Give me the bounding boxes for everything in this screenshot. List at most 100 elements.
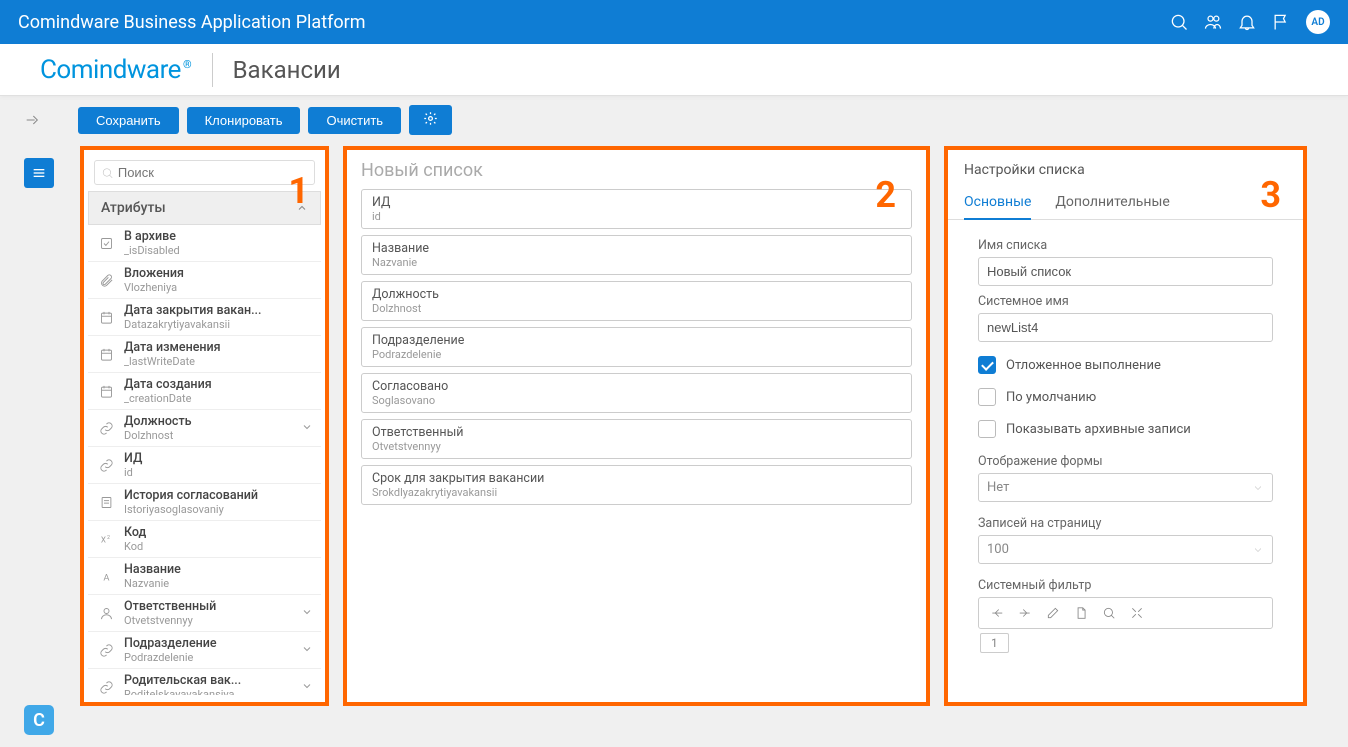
attribute-item[interactable]: Дата создания_creationDate	[88, 373, 321, 410]
chevron-down-icon[interactable]	[301, 643, 315, 657]
field-item[interactable]: ДолжностьDolzhnost	[361, 281, 912, 321]
attribute-sub: Istoriyasoglasovaniy	[124, 503, 315, 516]
field-sub: id	[372, 210, 901, 223]
avatar[interactable]: AD	[1306, 10, 1330, 34]
attribute-sub: _creationDate	[124, 392, 315, 405]
field-list: ИДid НазваниеNazvanie ДолжностьDolzhnost По…	[347, 189, 926, 505]
user-icon	[96, 603, 116, 623]
field-item[interactable]: ПодразделениеPodrazdelenie	[361, 327, 912, 367]
chevron-down-icon	[1252, 544, 1264, 556]
field-label: Согласовано	[372, 379, 901, 394]
svg-text:A: A	[103, 572, 109, 583]
menu-toggle-icon[interactable]	[24, 158, 54, 188]
link-icon	[96, 677, 116, 695]
attribute-sub: id	[124, 466, 315, 479]
field-label: Должность	[372, 287, 901, 302]
search-box	[94, 160, 315, 185]
attribute-item[interactable]: В архиве_isDisabled	[88, 225, 321, 262]
search-input[interactable]	[118, 165, 308, 180]
clone-button[interactable]: Клонировать	[187, 107, 301, 134]
attribute-list: В архиве_isDisabled ВложенияVlozheniya Д…	[88, 225, 321, 695]
bell-icon[interactable]	[1230, 5, 1264, 39]
attribute-label: Подразделение	[124, 636, 301, 651]
doc-icon	[96, 492, 116, 512]
search-filter-icon[interactable]	[1095, 602, 1123, 624]
attribute-sub: Kod	[124, 540, 315, 553]
attributes-header[interactable]: Атрибуты	[88, 191, 321, 225]
attribute-label: Дата изменения	[124, 340, 315, 355]
list-name-field[interactable]	[978, 257, 1273, 286]
attribute-item[interactable]: Дата закрытия вакан...Datazakrytiyavakan…	[88, 299, 321, 336]
checkbox-icon	[96, 233, 116, 253]
field-sub: Soglasovano	[372, 394, 901, 407]
link-icon	[96, 418, 116, 438]
cal-icon	[96, 344, 116, 364]
field-item[interactable]: НазваниеNazvanie	[361, 235, 912, 275]
tab-main[interactable]: Основные	[964, 188, 1031, 220]
attribute-label: Дата создания	[124, 377, 315, 392]
svg-text:2: 2	[107, 534, 110, 540]
attribute-label: Код	[124, 525, 315, 540]
save-button[interactable]: Сохранить	[78, 107, 179, 134]
attribute-item[interactable]: ОтветственныйOtvetstvennyy	[88, 595, 321, 632]
delayed-checkbox[interactable]	[978, 356, 996, 374]
chevron-down-icon[interactable]	[301, 680, 315, 694]
list-name-label: Имя списка	[978, 238, 1273, 253]
default-label: По умолчанию	[1006, 390, 1096, 405]
panel-number-1: 1	[288, 170, 309, 212]
records-label: Записей на страницу	[978, 516, 1273, 531]
attribute-label: Вложения	[124, 266, 315, 281]
attribute-item[interactable]: A НазваниеNazvanie	[88, 558, 321, 595]
field-sub: Podrazdelenie	[372, 348, 901, 361]
attribute-sub: Vlozheniya	[124, 281, 315, 294]
corner-logo[interactable]: C	[24, 705, 54, 735]
attribute-item[interactable]: ПодразделениеPodrazdelenie	[88, 632, 321, 669]
attribute-item[interactable]: X2 КодKod	[88, 521, 321, 558]
form-display-select[interactable]: Нет	[978, 473, 1273, 502]
chevron-down-icon[interactable]	[301, 606, 315, 620]
edit-icon[interactable]	[1039, 602, 1067, 624]
attribute-item[interactable]: ВложенияVlozheniya	[88, 262, 321, 299]
field-sub: Nazvanie	[372, 256, 901, 269]
clear-button[interactable]: Очистить	[308, 107, 401, 134]
field-item[interactable]: СогласованоSoglasovano	[361, 373, 912, 413]
page-title: Вакансии	[233, 56, 341, 84]
logo: Comindware ®	[40, 55, 192, 85]
archived-checkbox[interactable]	[978, 420, 996, 438]
header: Comindware ® Вакансии	[0, 44, 1348, 96]
flag-icon[interactable]	[1264, 5, 1298, 39]
search-icon[interactable]	[1162, 5, 1196, 39]
field-label: Срок для закрытия вакансии	[372, 471, 901, 486]
attribute-item[interactable]: Дата изменения_lastWriteDate	[88, 336, 321, 373]
link-icon	[96, 455, 116, 475]
attribute-label: Ответственный	[124, 599, 301, 614]
expand-icon[interactable]	[1123, 602, 1151, 624]
default-checkbox[interactable]	[978, 388, 996, 406]
back-icon[interactable]	[983, 602, 1011, 624]
records-select[interactable]: 100	[978, 535, 1273, 564]
field-sub: Dolzhnost	[372, 302, 901, 315]
attribute-item[interactable]: Родительская вак...Roditelskayavakansiya	[88, 669, 321, 695]
forward-icon[interactable]	[1011, 602, 1039, 624]
cal-icon	[96, 307, 116, 327]
settings-button[interactable]	[409, 105, 452, 135]
attribute-item[interactable]: История согласованийIstoriyasoglasovaniy	[88, 484, 321, 521]
collapse-icon[interactable]	[20, 108, 44, 132]
attribute-item[interactable]: ДолжностьDolzhnost	[88, 410, 321, 447]
delayed-label: Отложенное выполнение	[1006, 358, 1161, 373]
attribute-sub: _isDisabled	[124, 244, 315, 257]
system-name-field[interactable]	[978, 313, 1273, 342]
field-item[interactable]: ОтветственныйOtvetstvennyy	[361, 419, 912, 459]
chevron-down-icon[interactable]	[301, 421, 315, 435]
attribute-sub: Datazakrytiyavakansii	[124, 318, 315, 331]
users-icon[interactable]	[1196, 5, 1230, 39]
attribute-item[interactable]: ИДid	[88, 447, 321, 484]
field-item[interactable]: Срок для закрытия вакансииSrokdlyazakryt…	[361, 465, 912, 505]
toolbar: Сохранить Клонировать Очистить	[0, 102, 1348, 138]
tab-extra[interactable]: Дополнительные	[1055, 188, 1169, 219]
attribute-label: История согласований	[124, 488, 315, 503]
A-icon: A	[96, 566, 116, 586]
document-icon[interactable]	[1067, 602, 1095, 624]
link-icon	[96, 640, 116, 660]
field-item[interactable]: ИДid	[361, 189, 912, 229]
